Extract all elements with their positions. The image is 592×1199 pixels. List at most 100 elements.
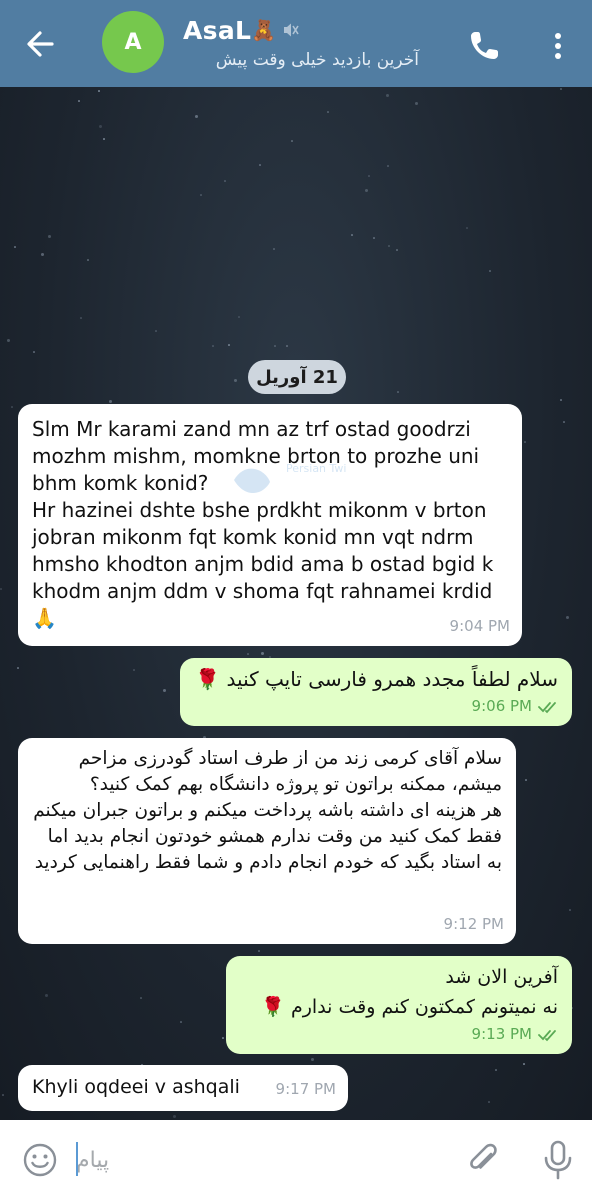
star-decoration <box>560 399 562 401</box>
star-decoration <box>373 237 375 239</box>
star-decoration <box>291 140 293 142</box>
arrow-left-icon <box>27 31 54 57</box>
mute-speaker-icon <box>284 23 299 37</box>
star-decoration <box>48 235 51 238</box>
message-time: 9:13 PM <box>471 1025 532 1043</box>
star-decoration <box>261 652 264 655</box>
star-decoration <box>0 588 2 590</box>
star-decoration <box>140 997 142 999</box>
star-decoration <box>11 406 13 408</box>
star-decoration <box>98 90 100 92</box>
star-decoration <box>560 88 562 90</box>
message-bubble-incoming[interactable]: Khyli oqdeei v ashqali 9:17 PM <box>18 1065 348 1111</box>
emoji-button[interactable] <box>22 1142 58 1178</box>
star-decoration <box>563 421 565 423</box>
message-time: 9:17 PM <box>275 1080 336 1098</box>
phone-icon <box>471 32 498 59</box>
chat-title: AsaL <box>183 15 252 45</box>
star-decoration <box>173 1115 176 1118</box>
star-decoration <box>14 246 16 248</box>
message-composer <box>0 1120 592 1199</box>
star-decoration <box>415 102 418 105</box>
star-decoration <box>525 779 527 781</box>
microphone-button[interactable] <box>540 1138 576 1182</box>
message-text: Slm Mr karami zand mn az trf ostad goodr… <box>32 417 494 630</box>
star-decoration <box>7 339 10 342</box>
star-decoration <box>247 653 249 655</box>
message-meta: 9:06 PM <box>472 693 560 720</box>
menu-button[interactable] <box>540 26 576 66</box>
star-decoration <box>351 234 353 236</box>
message-bubble-outgoing[interactable]: آفرین الان شد نه نمیتونم کمکتون کنم وقت … <box>226 956 572 1054</box>
chat-title-area[interactable]: AsaL 🧸 آخرین بازدید خیلی وقت پیش <box>183 12 443 71</box>
star-decoration <box>466 227 468 229</box>
message-text: سلام لطفاً مجدد همرو فارسی تایپ کنید 🌹 <box>195 667 558 691</box>
message-text: آفرین الان شد نه نمیتونم کمکتون کنم وقت … <box>261 966 558 1018</box>
star-decoration <box>238 316 240 318</box>
message-text: سلام آقای کرمی زند من از طرف استاد گودرز… <box>33 748 502 873</box>
call-button[interactable] <box>464 26 504 66</box>
title-emoji: 🧸 <box>251 18 277 42</box>
message-input[interactable] <box>74 1138 458 1182</box>
star-decoration <box>78 100 80 102</box>
star-decoration <box>365 189 368 192</box>
star-decoration <box>386 94 389 97</box>
message-bubble-incoming[interactable]: سلام آقای کرمی زند من از طرف استاد گودرز… <box>18 738 516 944</box>
star-decoration <box>99 125 102 128</box>
star-decoration <box>388 245 390 247</box>
message-meta: 9:04 PM <box>450 613 510 640</box>
star-decoration <box>200 194 202 196</box>
star-decoration <box>396 249 398 251</box>
text-caret <box>76 1142 78 1176</box>
star-decoration <box>133 669 135 671</box>
star-decoration <box>155 330 157 332</box>
avatar[interactable]: A <box>102 11 164 73</box>
avatar-letter: A <box>124 29 142 55</box>
star-decoration <box>45 994 48 997</box>
star-decoration <box>103 138 105 140</box>
star-decoration <box>228 344 230 346</box>
star-decoration <box>222 1037 224 1039</box>
back-button[interactable] <box>18 22 66 66</box>
last-seen-status: آخرین بازدید خیلی وقت پیش <box>215 50 419 70</box>
star-decoration <box>523 1063 525 1065</box>
star-decoration <box>2 1094 4 1096</box>
star-decoration <box>286 345 288 347</box>
star-decoration <box>488 1101 490 1103</box>
date-chip-label: 21 آوریل <box>256 366 338 388</box>
star-decoration <box>327 111 329 113</box>
star-decoration <box>258 950 260 952</box>
date-chip: 21 آوریل <box>248 360 346 394</box>
star-decoration <box>180 1021 182 1023</box>
message-meta: 9:17 PM <box>276 1076 336 1103</box>
star-decoration <box>212 345 214 347</box>
star-decoration <box>33 351 35 353</box>
star-decoration <box>80 317 82 319</box>
star-decoration <box>109 400 112 403</box>
paperclip-icon <box>470 1143 497 1169</box>
star-decoration <box>397 391 399 393</box>
message-bubble-outgoing[interactable]: سلام لطفاً مجدد همرو فارسی تایپ کنید 🌹 9… <box>180 658 572 726</box>
star-decoration <box>566 616 569 619</box>
star-decoration <box>259 164 261 166</box>
star-decoration <box>569 909 571 911</box>
message-meta: 9:13 PM <box>472 1021 560 1048</box>
microphone-icon <box>544 1140 572 1180</box>
star-decoration <box>387 165 389 167</box>
star-decoration <box>17 667 19 669</box>
star-decoration <box>224 180 226 182</box>
attach-button[interactable] <box>464 1140 504 1180</box>
star-decoration <box>524 441 526 443</box>
message-time: 9:06 PM <box>471 697 532 715</box>
star-decoration <box>495 1069 497 1071</box>
star-decoration <box>274 345 276 347</box>
message-bubble-incoming[interactable]: Slm Mr karami zand mn az trf ostad goodr… <box>18 404 522 646</box>
star-decoration <box>195 115 198 118</box>
message-time: 9:12 PM <box>443 915 504 933</box>
smiley-icon <box>23 1143 57 1177</box>
star-decoration <box>87 259 89 261</box>
star-decoration <box>273 248 275 250</box>
star-decoration <box>163 689 166 692</box>
star-decoration <box>41 253 44 256</box>
chat-header: A AsaL 🧸 آخرین بازدید خیلی وقت پیش <box>0 0 592 87</box>
